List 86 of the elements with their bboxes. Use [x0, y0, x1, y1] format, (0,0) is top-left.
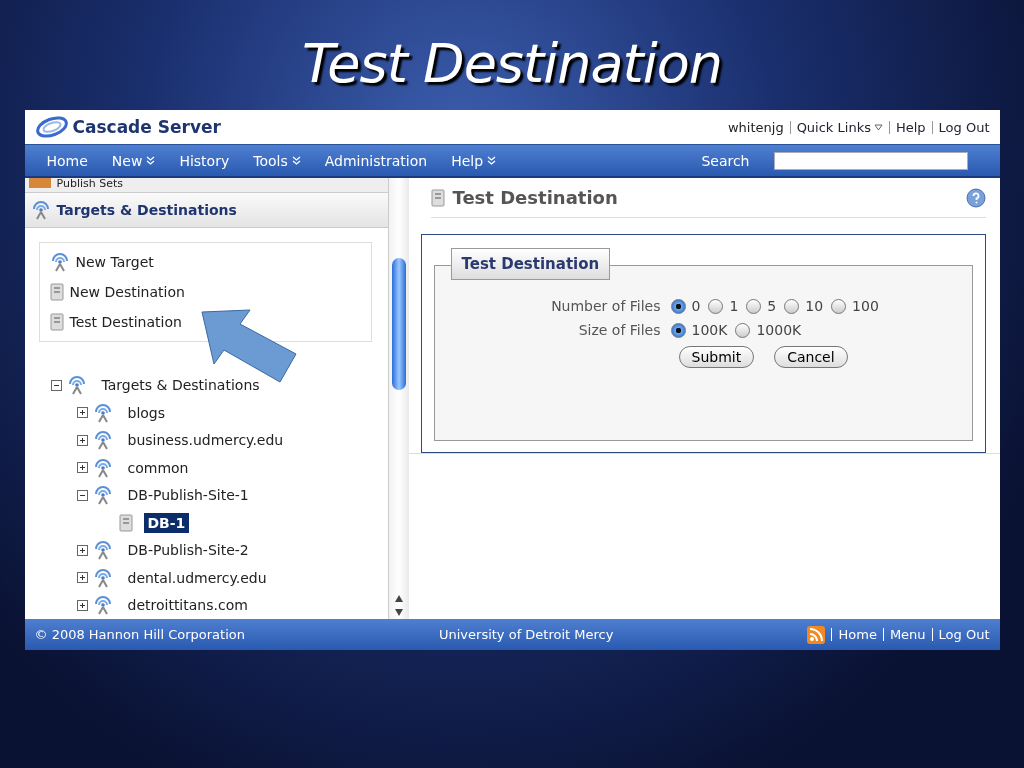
header-link[interactable]: Log Out — [931, 120, 990, 134]
server-icon — [430, 188, 445, 207]
field-label: Number of Files — [550, 298, 661, 315]
antenna-icon — [92, 402, 113, 423]
tree-item[interactable]: DB-Publish-Site-1 — [123, 485, 253, 506]
radio-button[interactable] — [708, 298, 724, 314]
slide-title: Test Destination — [302, 31, 722, 97]
antenna-icon — [92, 485, 113, 506]
tree-item[interactable]: Targets & Destinations — [97, 375, 264, 396]
tree-item[interactable]: DB-Publish-Site-2 — [123, 540, 253, 561]
antenna-icon — [92, 457, 113, 478]
search-label: Search — [701, 152, 750, 169]
username: whitenjg — [727, 119, 784, 135]
action-link[interactable]: New Destination — [69, 283, 185, 300]
server-icon — [49, 312, 64, 331]
section-title: Targets & Destinations — [56, 201, 237, 218]
antenna-icon — [92, 595, 113, 616]
tree-item[interactable]: detroittitans.com — [123, 595, 252, 616]
radio-button[interactable] — [670, 298, 686, 314]
footer-link[interactable]: Menu — [882, 628, 926, 641]
radio-label: 10 — [805, 298, 824, 315]
action-link[interactable]: Test Destination — [69, 313, 182, 330]
chevron-down-icon — [487, 156, 497, 165]
caret-icon — [873, 123, 883, 131]
radio-label: 5 — [767, 298, 777, 315]
antenna-icon — [92, 567, 113, 588]
logo-text: Cascade Server — [72, 117, 221, 137]
tree-item[interactable]: business.udmercy.edu — [123, 430, 288, 451]
footer-link[interactable]: Log Out — [931, 628, 990, 641]
expand-icon[interactable] — [76, 462, 88, 474]
form-button[interactable]: Submit — [678, 346, 755, 369]
radio-button[interactable] — [735, 322, 751, 338]
collapse-icon[interactable] — [76, 489, 88, 501]
collapse-icon[interactable] — [50, 379, 62, 391]
nav-item[interactable]: New — [111, 152, 156, 169]
organization-name: University of Detroit Mercy — [439, 627, 614, 642]
antenna-icon — [66, 375, 87, 396]
antenna-icon — [30, 199, 51, 220]
radio-label: 100K — [691, 322, 728, 339]
server-icon — [118, 513, 133, 532]
tree-item[interactable]: dental.udmercy.edu — [123, 567, 271, 588]
server-icon — [49, 282, 64, 301]
fieldset-legend: Test Destination — [450, 248, 611, 281]
chevron-down-icon — [146, 156, 156, 165]
action-link[interactable]: New Target — [75, 253, 154, 270]
nav-item[interactable]: Administration — [324, 152, 428, 169]
radio-label: 100 — [852, 298, 879, 315]
tree-item[interactable]: common — [123, 457, 193, 478]
expand-icon[interactable] — [76, 572, 88, 584]
radio-button[interactable] — [746, 298, 762, 314]
nav-item[interactable]: Tools — [253, 152, 301, 169]
chevron-down-icon — [291, 156, 301, 165]
form-button[interactable]: Cancel — [774, 346, 848, 369]
expand-icon[interactable] — [76, 544, 88, 556]
logo-icon — [34, 116, 69, 138]
help-icon[interactable] — [965, 187, 986, 208]
scrollbar[interactable] — [388, 178, 409, 619]
nav-item[interactable]: Help — [451, 152, 497, 169]
scroll-thumb[interactable] — [391, 258, 406, 390]
tree-item[interactable]: DB-1 — [143, 512, 190, 533]
section-header[interactable]: Targets & Destinations — [24, 191, 388, 228]
copyright: © 2008 Hannon Hill Corporation — [34, 627, 245, 642]
radio-button[interactable] — [784, 298, 800, 314]
expand-icon[interactable] — [76, 407, 88, 419]
antenna-icon — [92, 430, 113, 451]
header-link[interactable]: Quick Links — [789, 120, 883, 134]
expand-icon[interactable] — [76, 434, 88, 446]
nav-item[interactable]: Home — [46, 152, 88, 169]
radio-label: 1000K — [756, 322, 802, 339]
page-title: Test Destination — [452, 187, 619, 209]
tree-item[interactable]: blogs — [123, 402, 170, 423]
nav-item[interactable]: History — [179, 152, 230, 169]
header-link[interactable]: Help — [888, 120, 926, 134]
radio-label: 0 — [691, 298, 701, 315]
section-title[interactable]: Publish Sets — [56, 178, 123, 190]
radio-label: 1 — [729, 298, 739, 315]
antenna-icon — [49, 251, 70, 272]
radio-button[interactable] — [670, 322, 686, 338]
antenna-icon — [92, 540, 113, 561]
field-label: Size of Files — [577, 322, 661, 339]
search-field[interactable] — [773, 151, 968, 170]
rss-icon[interactable] — [807, 625, 826, 644]
expand-icon[interactable] — [76, 599, 88, 611]
folder-icon — [28, 178, 51, 188]
radio-button[interactable] — [831, 298, 847, 314]
footer-link[interactable]: Home — [831, 628, 877, 641]
